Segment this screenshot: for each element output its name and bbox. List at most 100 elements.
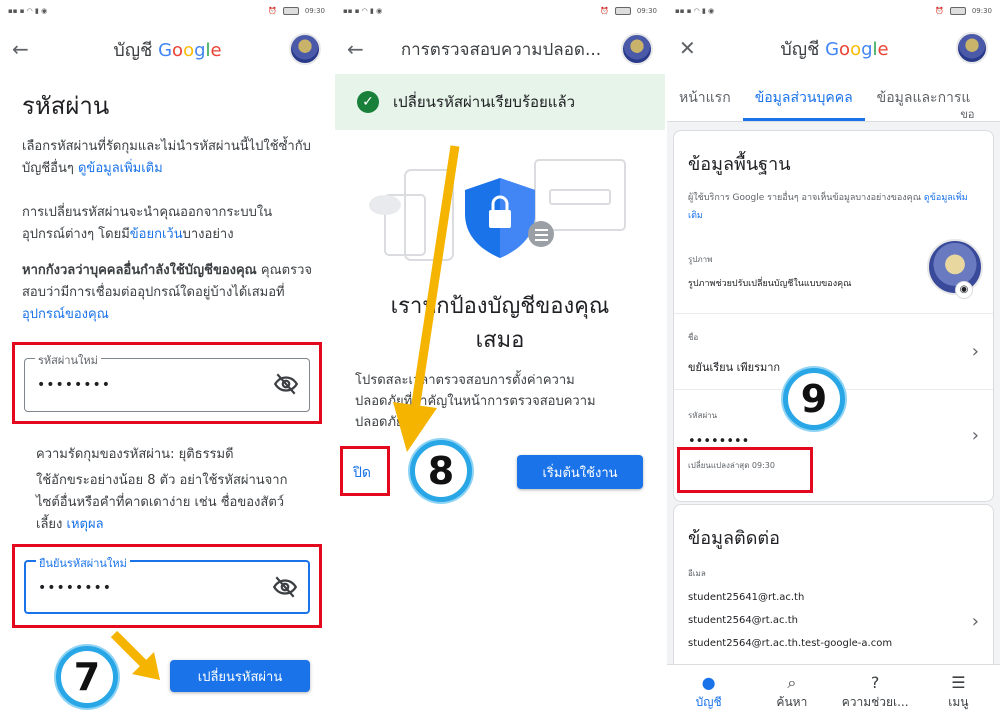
tab-home[interactable]: หน้าแรก xyxy=(667,87,743,121)
tab-data-privacy[interactable]: ข้อมูลและการแขอ xyxy=(865,87,983,121)
header-prefix: บัญชี xyxy=(113,39,153,61)
brand-letter: e xyxy=(210,39,222,61)
page-title: รหัสผ่าน xyxy=(22,92,110,120)
panel-change-password: ▪▪ ▪ ◠ ▮ ◉ ⏰ 09:30 ← บัญชี Google รหัสผ่า… xyxy=(0,0,333,720)
email-label: อีเมล xyxy=(688,569,706,578)
nav-search-label: ค้นหา xyxy=(776,695,808,709)
tab-overflow-text: ขอ xyxy=(960,108,975,121)
status-time: 09:30 xyxy=(304,7,325,15)
contact-info-card: ข้อมูลติดต่อ อีเมล student25641@rt.ac.th… xyxy=(673,504,994,674)
back-arrow-icon[interactable]: ← xyxy=(12,37,46,61)
email-value: student2564@rt.ac.th.test-google-a.com xyxy=(688,638,893,649)
status-bar: ▪▪ ▪ ◠ ▮ ◉ ⏰ 09:30 xyxy=(343,7,657,15)
nav-help[interactable]: ? ความช่วยเ... xyxy=(836,673,914,712)
photo-row[interactable]: รูปภาพ รูปภาพช่วยปรับเปลี่ยนบัญชีในแบบขอ… xyxy=(688,239,983,299)
header-prefix: บัญชี xyxy=(780,38,820,60)
exceptions-link[interactable]: ข้อยกเว้น xyxy=(130,227,183,242)
battery-icon xyxy=(949,7,966,15)
back-arrow-icon[interactable]: ← xyxy=(347,37,381,61)
status-bar: ▪▪ ▪ ◠ ▮ ◉ ⏰ 09:30 xyxy=(8,7,325,15)
nav-account[interactable]: ● บัญชี xyxy=(670,673,748,712)
panel-security-checkup: ▪▪ ▪ ◠ ▮ ◉ ⏰ 09:30 ← การตรวจสอบความปลอด..… xyxy=(335,0,665,720)
signout-suffix: บางอย่าง xyxy=(182,227,234,242)
top-app-bar: ← การตรวจสอบความปลอด... xyxy=(335,26,665,72)
basic-info-desc-body: ผู้ใช้บริการ Google รายอื่นๆ อาจเห็นข้อม… xyxy=(688,193,922,203)
email-value: student2564@rt.ac.th xyxy=(688,615,798,626)
get-started-button[interactable]: เริ่มต้นใช้งาน xyxy=(517,455,643,489)
brand-letter: o xyxy=(172,39,184,61)
email-section[interactable]: อีเมล student25641@rt.ac.th student2564@… xyxy=(688,567,979,649)
help-icon: ? xyxy=(870,673,880,692)
reason-link[interactable]: เหตุผล xyxy=(67,517,104,532)
intro-body: เลือกรหัสผ่านที่รัดกุมและไม่นำรหัสผ่านนี… xyxy=(22,139,311,176)
worry-bold: หากกังวลว่าบุคคลอื่นกำลังใช้บัญชีของคุณ xyxy=(22,263,257,278)
tab-bar: หน้าแรก ข้อมูลส่วนบุคคล ข้อมูลและการแขอ xyxy=(667,74,1000,122)
bottom-navigation: ● บัญชี ⌕ ค้นหา ? ความช่วยเ... ☰ เมนู xyxy=(667,664,1000,720)
brand-letter: G xyxy=(158,39,173,61)
close-button[interactable]: ปิด xyxy=(353,462,371,484)
intro-text: เลือกรหัสผ่านที่รัดกุมและไม่นำรหัสผ่านนี… xyxy=(22,136,312,180)
page-header-title: การตรวจสอบความปลอด... xyxy=(400,39,602,60)
avatar[interactable] xyxy=(289,33,321,65)
alarm-icon: ⏰ xyxy=(268,7,277,15)
camera-icon[interactable]: ◉ xyxy=(955,281,973,299)
brand-letter: g xyxy=(194,39,206,61)
highlight-box xyxy=(12,342,322,424)
page-header-title: บัญชี Google xyxy=(46,35,289,64)
brand-letter: G xyxy=(825,38,840,60)
success-banner: ✓ เปลี่ยนรหัสผ่านเรียบร้อยแล้ว xyxy=(335,74,665,130)
chevron-right-icon: › xyxy=(971,611,979,632)
headline-line-2: เสมอ xyxy=(475,328,525,353)
nav-menu-label: เมนู xyxy=(948,695,969,709)
close-icon[interactable]: ✕ xyxy=(679,36,713,60)
tab-personal-info[interactable]: ข้อมูลส่วนบุคคล xyxy=(742,87,865,121)
name-row[interactable]: ชื่อ ขยันเรียน เพียรมาก › xyxy=(688,331,979,376)
basic-info-title: ข้อมูลพื้นฐาน xyxy=(688,154,791,175)
step-marker-9: 9 xyxy=(783,368,845,430)
step-marker-7: 7 xyxy=(56,646,118,708)
brand-letter: o xyxy=(183,39,195,61)
highlight-box xyxy=(677,447,813,493)
signout-text: การเปลี่ยนรหัสผ่านจะนำคุณออกจากระบบในอุป… xyxy=(22,202,312,246)
avatar[interactable] xyxy=(956,32,988,64)
contact-info-title: ข้อมูลติดต่อ xyxy=(688,528,780,549)
top-app-bar: ✕ บัญชี Google xyxy=(667,22,1000,74)
divider xyxy=(674,313,993,314)
nav-account-label: บัญชี xyxy=(695,695,722,709)
chevron-right-icon: › xyxy=(971,425,979,446)
alarm-icon: ⏰ xyxy=(935,7,944,15)
page-header-title: บัญชี Google xyxy=(713,34,956,63)
panel-personal-info: ▪▪ ▪ ◠ ▮ ◉ ⏰ 09:30 ✕ บัญชี Google หน้าแรก… xyxy=(667,0,1000,720)
nav-search[interactable]: ⌕ ค้นหา xyxy=(753,673,831,712)
status-time: 09:30 xyxy=(971,7,992,15)
menu-icon: ☰ xyxy=(951,673,966,692)
brand-letter: e xyxy=(877,38,889,60)
annotation-arrow xyxy=(393,145,460,452)
name-value: ขยันเรียน เพียรมาก xyxy=(688,361,781,374)
highlight-box xyxy=(12,544,322,628)
search-icon: ⌕ xyxy=(787,673,797,692)
account-circle-icon: ● xyxy=(701,673,716,692)
name-label: ชื่อ xyxy=(688,333,699,342)
your-devices-link[interactable]: อุปกรณ์ของคุณ xyxy=(22,307,109,322)
nav-menu[interactable]: ☰ เมนู xyxy=(919,673,997,712)
change-password-button[interactable]: เปลี่ยนรหัสผ่าน xyxy=(170,660,310,692)
learn-more-link[interactable]: ดูข้อมูลเพิ่มเติม xyxy=(78,161,163,176)
status-bar: ▪▪ ▪ ◠ ▮ ◉ ⏰ 09:30 xyxy=(667,0,1000,22)
avatar[interactable] xyxy=(621,33,653,65)
basic-info-desc: ผู้ใช้บริการ Google รายอื่นๆ อาจเห็นข้อม… xyxy=(688,189,979,225)
strength-text: ความรัดกุมของรหัสผ่าน: ยุติธรรมดี xyxy=(36,444,316,466)
brand-letter: o xyxy=(850,38,862,60)
nav-help-label: ความช่วยเ... xyxy=(841,695,909,709)
strength-label: ความรัดกุมของรหัสผ่าน: ยุติธรรมดี xyxy=(36,447,234,462)
top-app-bar: ← บัญชี Google xyxy=(0,26,333,72)
success-message: เปลี่ยนรหัสผ่านเรียบร้อยแล้ว xyxy=(393,93,576,111)
check-circle-icon: ✓ xyxy=(357,91,379,113)
tab-data-privacy-label: ข้อมูลและการแ xyxy=(876,90,971,106)
battery-icon xyxy=(614,7,631,15)
brand-letter: o xyxy=(839,38,851,60)
battery-icon xyxy=(282,7,299,15)
status-time: 09:30 xyxy=(636,7,657,15)
alarm-icon: ⏰ xyxy=(600,7,609,15)
chevron-right-icon: › xyxy=(971,341,979,362)
